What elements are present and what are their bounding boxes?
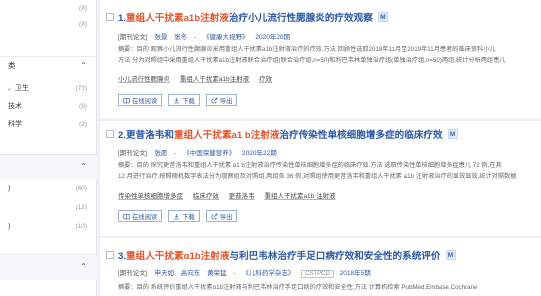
result-meta: [期刊论文] 申天如 高向东 黄荣猛 - 《儿科药学杂志》 CSTPCD 201…	[118, 270, 371, 278]
result-card: 1.重组人干扰素a1b注射液治疗小儿流行性腮腺炎的疗效观察 M [期刊论文] 张…	[100, 0, 541, 118]
select-checkbox[interactable]	[106, 251, 114, 259]
keyword-link[interactable]: 临床疗效	[193, 193, 219, 200]
facet-item-technology[interactable]: 技术 (8)	[0, 98, 97, 114]
read-online-button[interactable]: 在线阅读	[118, 94, 163, 106]
author-link[interactable]: 高向东	[181, 270, 201, 277]
issue-link[interactable]: 2020年22期	[242, 150, 277, 157]
result-actions: 在线阅读 下载 导出	[118, 94, 238, 106]
author-link[interactable]: 张景	[154, 34, 167, 41]
facet-item[interactable]: (8)	[0, 0, 97, 16]
facet-item-count: (8)	[79, 20, 87, 28]
abstract-text: 摘要：目的 系统评价重组人干扰素α1b注射液与利巴韦林治疗手足口病的疗效和安全性…	[118, 284, 478, 291]
book-icon	[123, 97, 130, 103]
export-icon	[211, 213, 218, 219]
keyword-link[interactable]: 小儿流行性腮腺炎	[118, 76, 170, 83]
index-tag: CSTPCD	[301, 270, 334, 278]
result-title[interactable]: 1.重组人干扰素a1b注射液治疗小儿流行性腮腺炎的疗效观察 M	[106, 10, 388, 24]
facet-item-label: )	[8, 222, 11, 230]
journal-link[interactable]: 《健康大视野》	[203, 34, 249, 41]
facet-item-count: (73)	[75, 84, 87, 92]
download-button[interactable]: 下载	[168, 210, 200, 222]
facet-section-header[interactable]: ⌃	[0, 154, 97, 180]
result-title-link[interactable]: 1.重组人干扰素a1b注射液治疗小儿流行性腮腺炎的疗效观察	[118, 10, 373, 24]
facet-item[interactable]: (12)	[0, 199, 97, 215]
facet-item-count: (8)	[79, 4, 87, 12]
result-meta: [期刊论文] 张景 张冬 - 《健康大视野》 2020年20期	[118, 34, 291, 41]
facet-item-label: 技术	[8, 103, 22, 110]
facet-item-count: (12)	[75, 203, 87, 211]
issue-link[interactable]: 2020年20期	[255, 34, 290, 41]
facet-item-label: 、卫生	[8, 85, 29, 92]
facet-item-count: (8)	[79, 102, 87, 110]
keyword-link[interactable]: 重组人干扰素a1b 注射液	[264, 193, 335, 200]
result-card: 3.重组人干扰素α1b注射液与利巴韦林治疗手足口病疗效和安全性的系统评价 M […	[100, 238, 541, 296]
facet-section-title: 类	[8, 61, 16, 70]
result-title[interactable]: 2.更昔洛韦和重组人干扰素a1 b注射液治疗传染性单核细胞增多症的临床疗效 M	[106, 127, 458, 141]
keyword-list: 传染性单核细胞增多症 临床疗效 更昔洛韦 重组人干扰素a1b 注射液	[118, 190, 344, 200]
author-link[interactable]: 张冬	[174, 34, 187, 41]
keyword-link[interactable]: 更昔洛韦	[229, 193, 255, 200]
format-badge: M	[447, 129, 458, 139]
download-icon	[174, 97, 180, 103]
result-title[interactable]: 3.重组人干扰素α1b注射液与利巴韦林治疗手足口病疗效和安全性的系统评价 M	[106, 248, 456, 262]
abstract-text: 方法 分为对照组中采用重组人干扰素a1b注射液联合治疗组(联合治疗组,n=50)…	[118, 57, 506, 64]
keyword-link[interactable]: 传染性单核细胞增多症	[118, 193, 183, 200]
facet-section-header[interactable]: ⌃	[0, 254, 97, 280]
abstract-text: 12 月进行治疗,按照随机数字表法分为观察组及对照组,两组各 36 例,对照组使…	[118, 173, 517, 180]
read-online-button[interactable]: 在线阅读	[118, 210, 163, 222]
export-button[interactable]: 导出	[205, 210, 238, 222]
facet-item-count: (40)	[75, 184, 87, 192]
export-button[interactable]: 导出	[205, 94, 238, 106]
keyword-link[interactable]: 重组人干扰素a1b注射液	[180, 76, 249, 83]
select-checkbox[interactable]	[106, 130, 114, 138]
facet-item[interactable]: ) (40)	[0, 180, 97, 196]
facet-item-count: (10)	[75, 222, 87, 230]
keyword-link[interactable]: 疗效	[259, 76, 272, 83]
format-badge: M	[377, 12, 388, 22]
result-actions: 在线阅读 下载 导出	[118, 210, 238, 222]
author-link[interactable]: 张愿	[154, 150, 167, 157]
facet-item-label: 科学	[8, 121, 22, 128]
author-link[interactable]: 申天如	[154, 270, 174, 277]
abstract-text: 摘要：目的 探究更昔洛韦和重组人干扰素 a1 b注射液治疗传染性单核细胞增多症的…	[118, 162, 502, 169]
journal-link[interactable]: 《儿科药学杂志》	[242, 270, 294, 277]
issue-link[interactable]: 2018年5期	[340, 270, 371, 277]
chevron-up-icon[interactable]: ⌃	[80, 163, 87, 171]
facet-item-medicine[interactable]: 、卫生 (73)	[0, 80, 97, 96]
download-button[interactable]: 下载	[168, 94, 200, 106]
abstract-text: 摘要：目的 观察小儿流行性腮腺炎采用重组人干扰素a1b注射液治疗的疗效.方法 回…	[118, 46, 496, 53]
journal-link[interactable]: 《中国保健营养》	[183, 150, 235, 157]
export-icon	[211, 97, 218, 103]
facet-item-count: (2)	[79, 120, 87, 128]
result-title-link[interactable]: 3.重组人干扰素α1b注射液与利巴韦林治疗手足口病疗效和安全性的系统评价	[118, 248, 441, 262]
facet-sidebar: (8) (8) 类 ⌃ 、卫生 (73) 技术 (8) 科学 (2) ⌃ ) (…	[0, 0, 97, 296]
facet-item-label: )	[8, 184, 11, 192]
author-link[interactable]: 黄荣猛	[207, 270, 227, 277]
results-list: 1.重组人干扰素a1b注射液治疗小儿流行性腮腺炎的疗效观察 M [期刊论文] 张…	[100, 0, 541, 296]
facet-item[interactable]: ) (10)	[0, 218, 97, 234]
book-icon	[123, 213, 130, 219]
result-meta: [期刊论文] 张愿 - 《中国保健营养》 2020年22期	[118, 150, 277, 157]
select-checkbox[interactable]	[106, 13, 114, 21]
result-title-link[interactable]: 2.更昔洛韦和重组人干扰素a1 b注射液治疗传染性单核细胞增多症的临床疗效	[118, 127, 443, 141]
facet-item[interactable]: (8)	[0, 16, 97, 32]
keyword-list: 小儿流行性腮腺炎 重组人干扰素a1b注射液 疗效	[118, 73, 280, 83]
chevron-up-icon[interactable]: ⌃	[80, 61, 87, 70]
chevron-up-icon[interactable]: ⌃	[80, 263, 87, 271]
download-icon	[174, 213, 180, 219]
facet-section-header[interactable]: 类 ⌃	[0, 56, 97, 74]
result-card: 2.更昔洛韦和重组人干扰素a1 b注射液治疗传染性单核细胞增多症的临床疗效 M …	[100, 121, 541, 236]
format-badge: M	[445, 250, 456, 260]
facet-item-science[interactable]: 科学 (2)	[0, 116, 97, 132]
